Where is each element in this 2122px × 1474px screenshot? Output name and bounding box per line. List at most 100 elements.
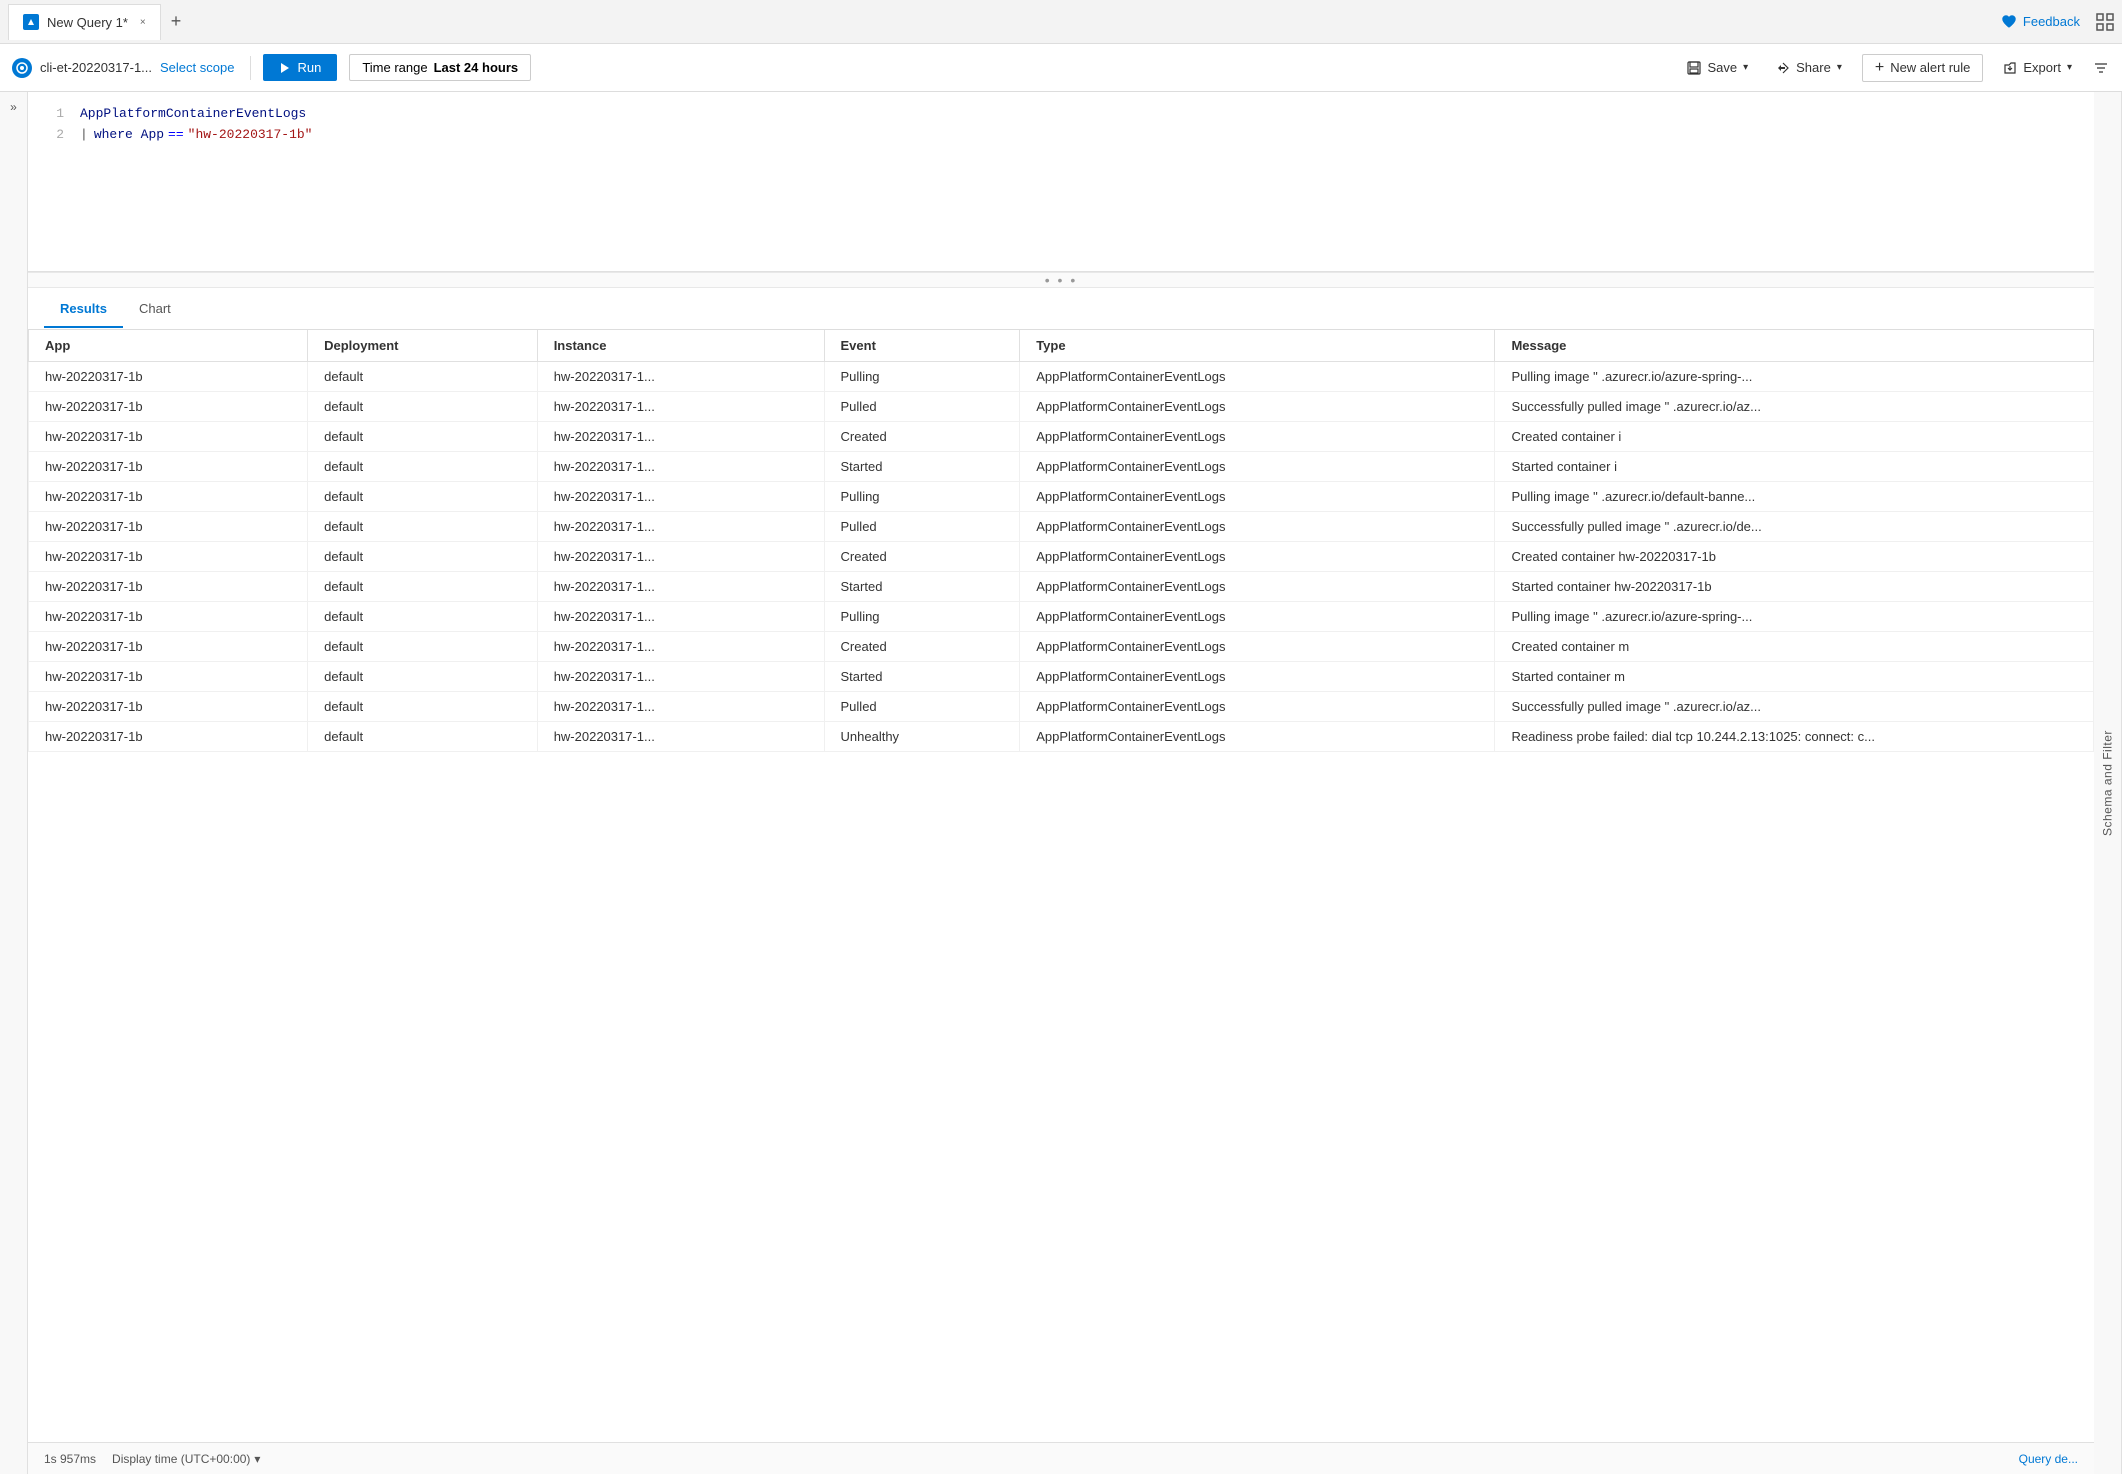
share-button[interactable]: Share ▾ xyxy=(1768,56,1850,79)
table-cell: hw-20220317-1b xyxy=(29,362,308,392)
time-range-label: Time range xyxy=(362,60,427,75)
main-container: » 1 AppPlatformContainerEventLogs 2 | wh… xyxy=(0,92,2122,1474)
code-line1-text: AppPlatformContainerEventLogs xyxy=(80,104,306,125)
feedback-button[interactable]: Feedback xyxy=(2001,14,2080,30)
table-cell: AppPlatformContainerEventLogs xyxy=(1020,542,1495,572)
table-cell: Successfully pulled image " .azurecr.io/… xyxy=(1495,512,2094,542)
table-cell: default xyxy=(308,602,538,632)
table-cell: hw-20220317-1b xyxy=(29,482,308,512)
table-cell: default xyxy=(308,392,538,422)
results-table-container[interactable]: App Deployment Instance Event Type Messa… xyxy=(28,330,2094,1442)
table-cell: hw-20220317-1b xyxy=(29,392,308,422)
table-cell: hw-20220317-1... xyxy=(537,452,824,482)
table-cell: Pulling image " .azurecr.io/default-bann… xyxy=(1495,482,2094,512)
table-cell: default xyxy=(308,452,538,482)
table-row[interactable]: hw-20220317-1bdefaulthw-20220317-1...Pul… xyxy=(29,692,2094,722)
table-row[interactable]: hw-20220317-1bdefaulthw-20220317-1...Sta… xyxy=(29,662,2094,692)
table-cell: Pulled xyxy=(824,512,1020,542)
grid-settings-icon[interactable] xyxy=(2096,13,2114,31)
col-event: Event xyxy=(824,330,1020,362)
run-label: Run xyxy=(297,60,321,75)
table-cell: Pulled xyxy=(824,392,1020,422)
new-alert-button[interactable]: + New alert rule xyxy=(1862,54,1984,82)
table-cell: Started container i xyxy=(1495,452,2094,482)
azure-icon xyxy=(23,14,39,30)
time-range-value: Last 24 hours xyxy=(434,60,519,75)
run-button[interactable]: Run xyxy=(263,54,337,81)
line-number-1: 1 xyxy=(40,104,64,125)
new-alert-plus: + xyxy=(1875,60,1884,76)
scope-name: cli-et-20220317-1... xyxy=(40,60,152,75)
table-cell: hw-20220317-1... xyxy=(537,662,824,692)
table-cell: hw-20220317-1b xyxy=(29,422,308,452)
table-cell: Readiness probe failed: dial tcp 10.244.… xyxy=(1495,722,2094,752)
table-row[interactable]: hw-20220317-1bdefaulthw-20220317-1...Pul… xyxy=(29,602,2094,632)
table-cell: hw-20220317-1b xyxy=(29,602,308,632)
elapsed-time: 1s 957ms xyxy=(44,1452,96,1466)
table-cell: AppPlatformContainerEventLogs xyxy=(1020,452,1495,482)
export-button[interactable]: Export ▾ xyxy=(1995,56,2080,79)
display-time-button[interactable]: Display time (UTC+00:00) ▾ xyxy=(112,1452,260,1466)
table-cell: hw-20220317-1... xyxy=(537,632,824,662)
table-cell: default xyxy=(308,692,538,722)
table-cell: Started container hw-20220317-1b xyxy=(1495,572,2094,602)
select-scope-button[interactable]: Select scope xyxy=(160,60,234,75)
toolbar-divider xyxy=(250,56,251,80)
sidebar-toggle[interactable]: » xyxy=(0,92,28,1474)
table-cell: AppPlatformContainerEventLogs xyxy=(1020,722,1495,752)
table-cell: hw-20220317-1b xyxy=(29,662,308,692)
table-row[interactable]: hw-20220317-1bdefaulthw-20220317-1...Pul… xyxy=(29,482,2094,512)
share-icon xyxy=(1776,61,1790,75)
query-details-button[interactable]: Query de... xyxy=(2019,1452,2078,1466)
code-string: "hw-20220317-1b" xyxy=(188,125,313,146)
table-cell: default xyxy=(308,722,538,752)
query-tab[interactable]: New Query 1* × xyxy=(8,4,161,40)
table-cell: hw-20220317-1... xyxy=(537,512,824,542)
code-editor[interactable]: 1 AppPlatformContainerEventLogs 2 | wher… xyxy=(28,92,2094,272)
tab-close-button[interactable]: × xyxy=(140,17,146,28)
time-range-button[interactable]: Time range Last 24 hours xyxy=(349,54,531,81)
table-row[interactable]: hw-20220317-1bdefaulthw-20220317-1...Cre… xyxy=(29,632,2094,662)
save-button[interactable]: Save ▾ xyxy=(1679,56,1756,79)
table-cell: hw-20220317-1... xyxy=(537,572,824,602)
table-cell: Pulling xyxy=(824,482,1020,512)
table-cell: Successfully pulled image " .azurecr.io/… xyxy=(1495,392,2094,422)
export-caret: ▾ xyxy=(2067,62,2072,73)
schema-sidebar-label: Schema and Filter xyxy=(2101,730,2115,836)
drag-handle[interactable]: • • • xyxy=(28,272,2094,288)
share-caret: ▾ xyxy=(1837,62,1842,73)
chevron-right-icon: » xyxy=(10,100,17,114)
filter-icon[interactable] xyxy=(2092,59,2110,77)
new-tab-button[interactable]: + xyxy=(163,11,190,32)
table-cell: default xyxy=(308,632,538,662)
table-cell: hw-20220317-1... xyxy=(537,362,824,392)
table-cell: Created container i xyxy=(1495,422,2094,452)
table-row[interactable]: hw-20220317-1bdefaulthw-20220317-1...Sta… xyxy=(29,452,2094,482)
table-row[interactable]: hw-20220317-1bdefaulthw-20220317-1...Unh… xyxy=(29,722,2094,752)
scope-icon xyxy=(12,58,32,78)
table-cell: hw-20220317-1b xyxy=(29,692,308,722)
tab-results[interactable]: Results xyxy=(44,291,123,328)
table-row[interactable]: hw-20220317-1bdefaulthw-20220317-1...Pul… xyxy=(29,392,2094,422)
table-row[interactable]: hw-20220317-1bdefaulthw-20220317-1...Pul… xyxy=(29,362,2094,392)
table-row[interactable]: hw-20220317-1bdefaulthw-20220317-1...Cre… xyxy=(29,542,2094,572)
save-caret: ▾ xyxy=(1743,62,1748,73)
table-cell: hw-20220317-1... xyxy=(537,422,824,452)
table-row[interactable]: hw-20220317-1bdefaulthw-20220317-1...Sta… xyxy=(29,572,2094,602)
save-label: Save xyxy=(1707,60,1737,75)
col-app: App xyxy=(29,330,308,362)
table-row[interactable]: hw-20220317-1bdefaulthw-20220317-1...Cre… xyxy=(29,422,2094,452)
tab-chart[interactable]: Chart xyxy=(123,291,187,328)
table-cell: Pulling image " .azurecr.io/azure-spring… xyxy=(1495,602,2094,632)
table-cell: AppPlatformContainerEventLogs xyxy=(1020,602,1495,632)
table-row[interactable]: hw-20220317-1bdefaulthw-20220317-1...Pul… xyxy=(29,512,2094,542)
table-cell: default xyxy=(308,542,538,572)
share-label: Share xyxy=(1796,60,1831,75)
schema-filter-sidebar[interactable]: Schema and Filter xyxy=(2094,92,2122,1474)
save-icon xyxy=(1687,61,1701,75)
table-cell: hw-20220317-1b xyxy=(29,512,308,542)
run-icon xyxy=(279,62,291,74)
table-cell: Pulling xyxy=(824,602,1020,632)
table-cell: AppPlatformContainerEventLogs xyxy=(1020,392,1495,422)
table-cell: Started container m xyxy=(1495,662,2094,692)
